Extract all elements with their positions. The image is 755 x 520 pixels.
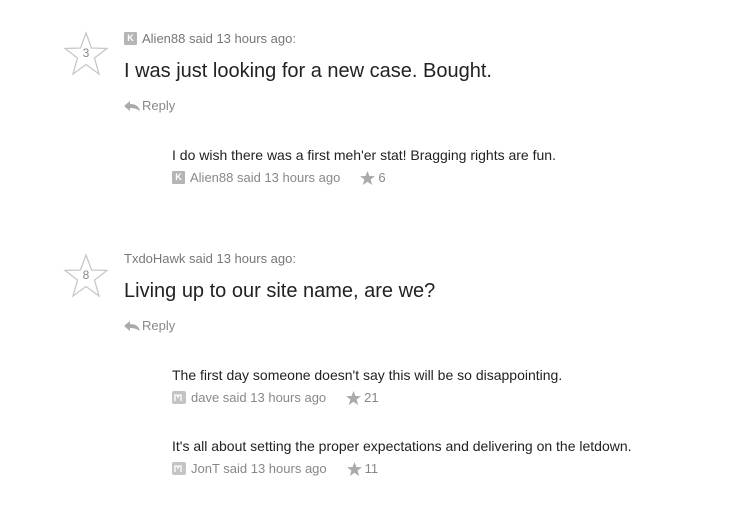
- author-meta-text: Alien88 said 13 hours ago:: [142, 31, 296, 46]
- user-badge-icon: K: [124, 32, 137, 45]
- reply-meta: dave said 13 hours ago 21: [172, 390, 732, 405]
- reply-meta: K Alien88 said 13 hours ago 6: [172, 170, 732, 185]
- reply-button[interactable]: Reply: [124, 98, 175, 113]
- vote-star-icon: [360, 170, 376, 185]
- reply-author-meta: Alien88 said 13 hours ago: [190, 170, 341, 185]
- reply-item: The first day someone doesn't say this w…: [172, 367, 732, 405]
- comment-meta: TxdoHawk said 13 hours ago:: [124, 251, 296, 266]
- comment-text: Living up to our site name, are we?: [124, 280, 436, 302]
- reply-text: I do wish there was a first meh'er stat!…: [172, 147, 556, 163]
- vote-value: 21: [364, 390, 379, 405]
- reply-item: It's all about setting the proper expect…: [172, 438, 732, 476]
- score-star-icon[interactable]: 8: [63, 253, 109, 299]
- meh-badge-icon: [172, 391, 186, 404]
- vote-star-icon: [346, 390, 362, 405]
- reply-author-meta: JonT said 13 hours ago: [191, 461, 327, 476]
- reply-arrow-icon: [124, 320, 140, 331]
- score-star-icon[interactable]: 3: [63, 31, 109, 77]
- reply-button[interactable]: Reply: [124, 318, 175, 333]
- score-value: 8: [82, 268, 90, 282]
- vote-count[interactable]: 11: [346, 461, 379, 476]
- reply-item: I do wish there was a first meh'er stat!…: [172, 147, 732, 185]
- comment-text: I was just looking for a new case. Bough…: [124, 60, 492, 82]
- score-value: 3: [82, 46, 90, 60]
- reply-text: The first day someone doesn't say this w…: [172, 367, 563, 383]
- meh-badge-icon: [172, 462, 186, 475]
- comment-meta: K Alien88 said 13 hours ago:: [124, 31, 296, 46]
- reply-arrow-icon: [124, 100, 140, 111]
- reply-label: Reply: [142, 98, 176, 113]
- vote-star-icon: [346, 461, 362, 476]
- vote-value: 11: [364, 461, 379, 476]
- reply-label: Reply: [142, 318, 176, 333]
- vote-value: 6: [378, 170, 386, 185]
- vote-count[interactable]: 6: [360, 170, 386, 185]
- vote-count[interactable]: 21: [346, 390, 379, 405]
- reply-text: It's all about setting the proper expect…: [172, 438, 632, 454]
- user-badge-icon: K: [172, 171, 185, 184]
- author-meta-text: TxdoHawk said 13 hours ago:: [124, 251, 296, 266]
- reply-meta: JonT said 13 hours ago 11: [172, 461, 732, 476]
- reply-author-meta: dave said 13 hours ago: [191, 390, 327, 405]
